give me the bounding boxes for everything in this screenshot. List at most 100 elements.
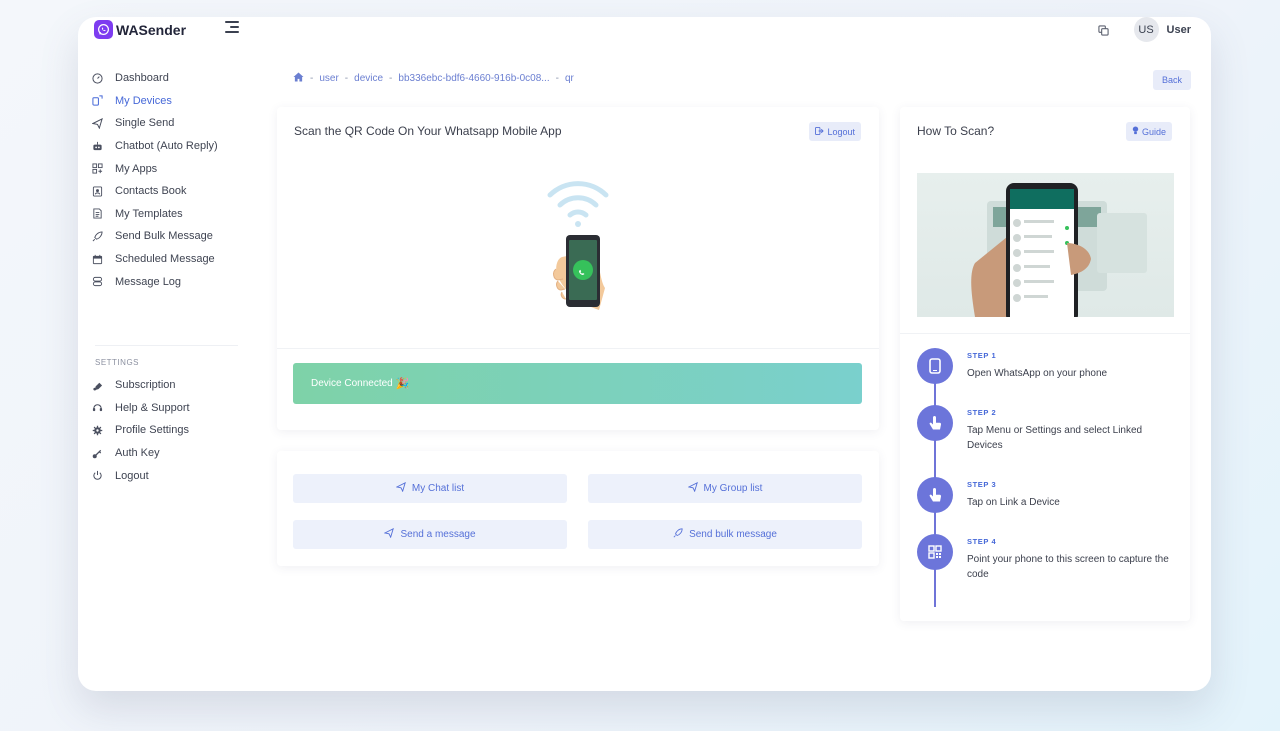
sidebar-item-single-send[interactable]: Single Send (78, 112, 248, 135)
user-menu: US User (1097, 17, 1191, 42)
sidebar-item-my-templates[interactable]: My Templates (78, 203, 248, 226)
sidebar-item-label: Contacts Book (115, 185, 187, 198)
key-icon (91, 447, 103, 459)
calendar-icon (91, 253, 103, 265)
send-icon (395, 481, 406, 495)
gear-icon (91, 424, 103, 436)
sidebar-item-my-apps[interactable]: My Apps (78, 157, 248, 180)
sidebar-item-label: Dashboard (115, 72, 169, 85)
sidebar-item-chatbot[interactable]: Chatbot (Auto Reply) (78, 135, 248, 158)
step-label: STEP 3 (967, 480, 997, 489)
whatsapp-logo-icon (94, 20, 113, 39)
step-text: Open WhatsApp on your phone (967, 368, 1108, 379)
sidebar-item-auth-key[interactable]: Auth Key (78, 442, 248, 465)
how-card-divider (900, 333, 1190, 334)
sidebar-item-send-bulk[interactable]: Send Bulk Message (78, 225, 248, 248)
sidebar-item-dashboard[interactable]: Dashboard (78, 67, 248, 90)
send-icon (91, 117, 103, 129)
whatsapp-phone-image (917, 173, 1174, 317)
menu-toggle-icon[interactable] (225, 21, 239, 33)
brand-name: WASender (116, 21, 187, 38)
tap-icon (917, 405, 953, 441)
logout-icon (815, 126, 825, 137)
sidebar-divider (95, 344, 238, 346)
sidebar-item-label: Subscription (115, 379, 176, 392)
how-to-scan-card: How To Scan? Guide STEP 1 Open WhatsApp … (900, 107, 1190, 621)
sidebar-item-scheduled[interactable]: Scheduled Message (78, 248, 248, 271)
dashboard-icon (91, 72, 103, 84)
apps-icon (91, 163, 103, 175)
top-bar: WASender US User (78, 17, 1211, 45)
sidebar-item-contacts-book[interactable]: Contacts Book (78, 180, 248, 203)
tap-icon (917, 477, 953, 513)
sidebar-item-label: Logout (115, 469, 149, 482)
sidebar-item-profile-settings[interactable]: Profile Settings (78, 419, 248, 442)
app-window: WASender US User Dashboard My Devices Si… (78, 17, 1211, 691)
log-icon (91, 276, 103, 288)
sidebar-item-label: My Apps (115, 162, 158, 175)
qr-card: Scan the QR Code On Your Whatsapp Mobile… (277, 107, 879, 430)
back-button[interactable]: Back (1152, 70, 1191, 90)
step-text: Tap Menu or Settings and select Linked D… (967, 425, 1143, 451)
button-label: My Group list (703, 483, 763, 494)
phone-illustration (542, 177, 622, 329)
sidebar-item-message-log[interactable]: Message Log (78, 270, 248, 293)
send-message-button[interactable]: Send a message (293, 520, 567, 549)
breadcrumb-separator: - (344, 73, 349, 84)
sidebar-item-label: My Templates (115, 207, 183, 220)
avatar[interactable]: US (1133, 17, 1159, 42)
my-chat-list-button[interactable]: My Chat list (293, 474, 567, 503)
step-text: Point your phone to this screen to captu… (967, 554, 1169, 580)
sidebar-item-label: My Devices (115, 94, 172, 107)
breadcrumb-item-device-id[interactable]: bb336ebc-bdf6-4660-916b-0c08... (398, 73, 549, 84)
breadcrumb-separator: - (310, 73, 314, 84)
breadcrumb-item-qr: qr (564, 73, 574, 84)
breadcrumb-separator: - (555, 73, 559, 84)
rocket-icon (673, 528, 683, 541)
subscription-icon (91, 379, 103, 391)
rocket-icon (91, 230, 103, 242)
sidebar-item-label: Scheduled Message (115, 253, 215, 266)
qr-card-divider (277, 348, 879, 349)
sidebar-item-label: Send Bulk Message (115, 230, 213, 243)
support-icon (91, 402, 103, 414)
qr-card-title: Scan the QR Code On Your Whatsapp Mobile… (294, 124, 562, 138)
send-bulk-message-button[interactable]: Send bulk message (588, 520, 862, 549)
breadcrumb: - user - device - bb336ebc-bdf6-4660-916… (293, 72, 574, 85)
sidebar-item-my-devices[interactable]: My Devices (78, 90, 248, 113)
sidebar: Dashboard My Devices Single Send Chatbot… (78, 67, 248, 487)
device-logout-button[interactable]: Logout (809, 122, 861, 141)
contacts-icon (91, 185, 103, 197)
actions-card: My Chat list My Group list Send a messag… (277, 451, 879, 566)
sidebar-item-label: Help & Support (115, 401, 190, 414)
breadcrumb-item-device[interactable]: device (354, 73, 383, 84)
guide-label: Guide (1141, 126, 1166, 137)
how-card-title: How To Scan? (917, 124, 995, 138)
button-label: Send bulk message (689, 529, 777, 540)
step-label: STEP 2 (967, 408, 997, 417)
send-icon (383, 527, 395, 541)
sidebar-item-label: Chatbot (Auto Reply) (115, 140, 218, 153)
device-connected-alert: Device Connected 🎉 (293, 363, 862, 404)
button-label: Send a message (400, 529, 476, 540)
sidebar-item-label: Single Send (115, 117, 175, 130)
guide-button[interactable]: Guide (1125, 122, 1172, 141)
breadcrumb-item-user[interactable]: user (319, 73, 338, 84)
sidebar-item-subscription[interactable]: Subscription (78, 374, 248, 397)
sidebar-item-label: Profile Settings (115, 424, 189, 437)
settings-heading: SETTINGS (95, 358, 140, 368)
home-icon[interactable] (293, 72, 304, 85)
user-name[interactable]: User (1167, 24, 1191, 36)
status-text: Device Connected (311, 378, 393, 389)
party-icon: 🎉 (395, 378, 410, 390)
sidebar-item-logout[interactable]: Logout (78, 464, 248, 487)
my-group-list-button[interactable]: My Group list (588, 474, 862, 503)
copy-icon[interactable] (1097, 23, 1112, 37)
sidebar-item-help[interactable]: Help & Support (78, 397, 248, 420)
logo[interactable]: WASender (94, 20, 186, 39)
templates-icon (91, 208, 103, 220)
phone-icon (917, 348, 953, 384)
devices-icon (91, 95, 103, 107)
sidebar-item-label: Message Log (115, 275, 182, 288)
button-label: My Chat list (411, 483, 465, 494)
